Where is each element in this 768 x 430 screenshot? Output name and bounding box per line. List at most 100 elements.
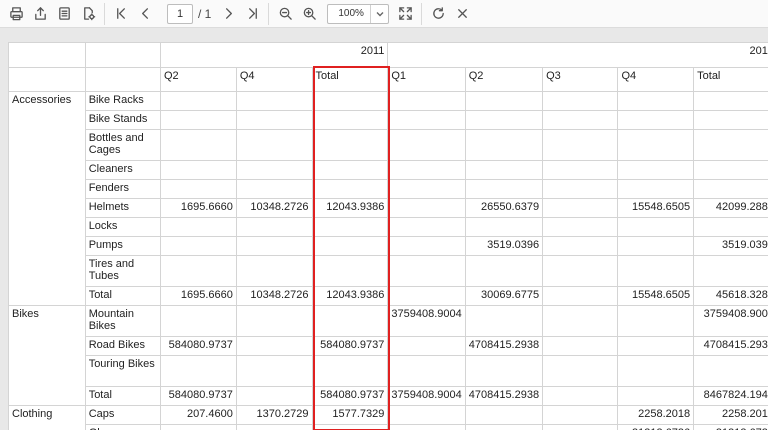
- value-cell: 42099.2884: [693, 198, 768, 218]
- chevron-down-icon[interactable]: [370, 4, 388, 23]
- value-cell: [235, 424, 313, 430]
- value-cell: 584080.9737: [311, 336, 389, 356]
- corner-cell: [8, 67, 86, 92]
- value-cell: 10348.2726: [235, 286, 313, 306]
- value-cell: [235, 91, 313, 111]
- value-cell: 584080.9737: [311, 386, 389, 406]
- corner-cell: [8, 42, 86, 68]
- value-cell: 1695.6660: [159, 286, 237, 306]
- value-cell: [235, 386, 313, 406]
- document-settings-icon[interactable]: [76, 2, 100, 26]
- value-cell: [159, 91, 237, 111]
- value-cell: 15548.6505: [617, 198, 695, 218]
- subcategory-cell: Touring Bikes: [84, 355, 161, 387]
- value-cell: [542, 355, 619, 387]
- value-cell: 15548.6505: [617, 286, 695, 306]
- value-cell: [617, 236, 695, 256]
- table-row: Bike Stands: [9, 110, 768, 130]
- value-cell: [159, 305, 237, 337]
- first-page-icon[interactable]: [109, 2, 133, 26]
- value-cell: [387, 336, 466, 356]
- subcategory-cell: Locks: [84, 217, 161, 237]
- column-header: Q4: [617, 67, 695, 92]
- column-header: Total: [311, 67, 389, 92]
- subcategory-cell: Caps: [84, 405, 161, 425]
- value-cell: [387, 405, 466, 425]
- category-cell: Bikes: [8, 305, 86, 406]
- zoom-out-icon[interactable]: [273, 2, 297, 26]
- value-cell: [159, 110, 237, 130]
- value-cell: 45618.3280: [693, 286, 768, 306]
- column-header: Q4: [235, 67, 313, 92]
- value-cell: 30069.6775: [464, 286, 544, 306]
- value-cell: [159, 236, 237, 256]
- value-cell: [387, 255, 466, 287]
- value-cell: [617, 355, 695, 387]
- value-cell: [387, 217, 466, 237]
- value-cell: [235, 255, 313, 287]
- value-cell: [542, 110, 619, 130]
- value-cell: 3759408.9004: [387, 305, 466, 337]
- table-row: Locks: [9, 217, 768, 237]
- subcategory-cell: Helmets: [84, 198, 161, 218]
- value-cell: [542, 160, 619, 180]
- value-cell: 10348.2726: [235, 198, 313, 218]
- subcategory-cell: Bike Stands: [84, 110, 161, 130]
- subcategory-cell: Total: [84, 286, 161, 306]
- column-header: Q2: [464, 67, 544, 92]
- value-cell: 2258.2018: [617, 405, 695, 425]
- value-cell: [311, 129, 389, 161]
- corner-cell: [84, 42, 161, 68]
- subcategory-cell: Total: [84, 386, 161, 406]
- value-cell: [159, 255, 237, 287]
- report-page: 2011 2012 Q2Q4TotalQ1Q2Q3Q4Total Accesso…: [8, 42, 768, 430]
- table-row: Clothing Caps 207.4600 1370.2729 1577.7329 22…: [8, 405, 768, 430]
- subcategory-cell: Cleaners: [84, 160, 161, 180]
- value-cell: [464, 424, 544, 430]
- value-cell: [542, 217, 619, 237]
- zoom-select[interactable]: 100%: [327, 3, 390, 24]
- table-row: Bottles and Cages: [9, 129, 768, 161]
- value-cell: [311, 91, 389, 111]
- value-cell: 1370.2729: [235, 405, 313, 425]
- refresh-icon[interactable]: [426, 2, 450, 26]
- zoom-in-icon[interactable]: [297, 2, 321, 26]
- page-total-label: / 1: [198, 6, 212, 21]
- value-cell: [235, 217, 313, 237]
- document-icon[interactable]: [52, 2, 76, 26]
- category-cell: Accessories: [8, 91, 86, 306]
- value-cell: [311, 355, 389, 387]
- value-cell: [311, 305, 389, 337]
- value-cell: 31313.6736: [693, 424, 768, 430]
- value-cell: [311, 160, 389, 180]
- value-cell: [311, 255, 389, 287]
- fit-page-icon[interactable]: [393, 2, 417, 26]
- value-cell: 4708415.2938: [464, 386, 544, 406]
- value-cell: [693, 160, 768, 180]
- value-cell: [542, 424, 619, 430]
- value-cell: [542, 336, 619, 356]
- value-cell: [387, 355, 466, 387]
- previous-page-icon[interactable]: [133, 2, 157, 26]
- report-viewer-area[interactable]: 2011 2012 Q2Q4TotalQ1Q2Q3Q4Total Accesso…: [0, 28, 768, 430]
- value-cell: [693, 255, 768, 287]
- table-row: Road Bikes 584080.9737 584080.9737 4708415.…: [9, 336, 768, 356]
- value-cell: [693, 91, 768, 111]
- value-cell: [464, 217, 544, 237]
- page-number-input[interactable]: [167, 3, 193, 24]
- value-cell: [235, 160, 313, 180]
- value-cell: 31313.6736: [617, 424, 695, 430]
- close-icon[interactable]: [450, 2, 474, 26]
- last-page-icon[interactable]: [240, 2, 264, 26]
- next-page-icon[interactable]: [216, 2, 240, 26]
- table-row: Fenders: [9, 179, 768, 199]
- value-cell: [235, 336, 313, 356]
- subcategory-cell: Gloves: [84, 424, 161, 430]
- export-icon[interactable]: [28, 2, 52, 26]
- value-cell: [542, 405, 619, 425]
- value-cell: 2258.2018: [693, 405, 768, 425]
- table-row: Cleaners: [9, 160, 768, 180]
- printer-icon[interactable]: [4, 2, 28, 26]
- report-viewer-toolbar: / 1 100%: [0, 0, 768, 28]
- value-cell: [387, 91, 466, 111]
